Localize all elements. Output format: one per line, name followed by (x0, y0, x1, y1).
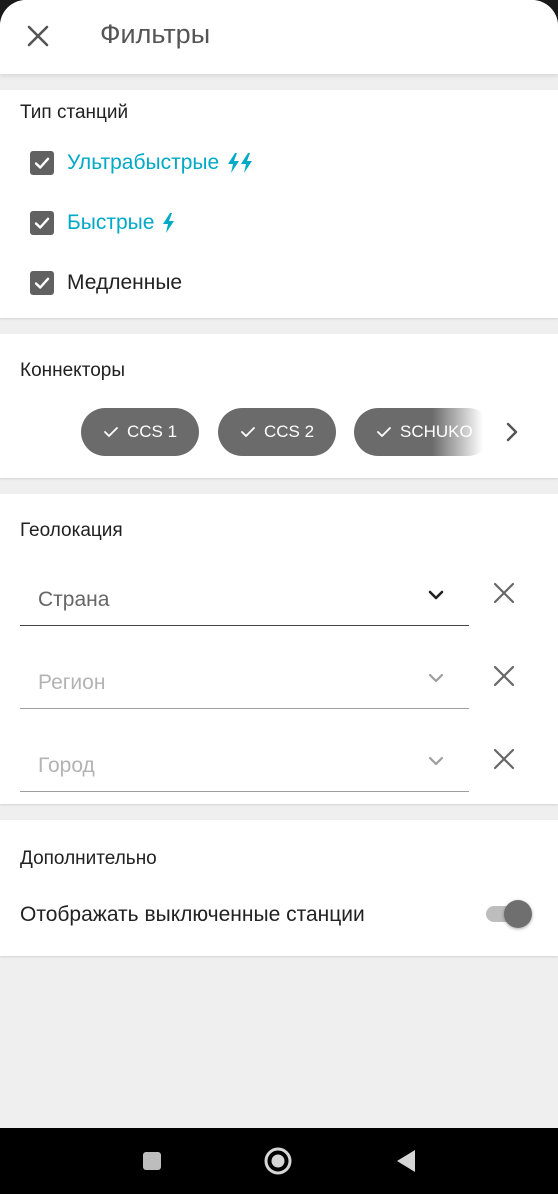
checkbox-label: Ультрабыстрые (67, 151, 220, 174)
chip-label: CCS 2 (263, 422, 315, 441)
system-nav-bar (0, 1128, 558, 1194)
toggle-thumb (504, 900, 532, 928)
field-underline (20, 624, 469, 626)
checkbox-checked-icon (30, 211, 54, 235)
select-placeholder: Регион (38, 671, 106, 694)
country-select[interactable]: Страна (20, 568, 469, 626)
checkbox-ultrafast[interactable]: Ультрабыстрые (30, 148, 254, 178)
check-icon (377, 427, 391, 437)
app-bar: Фильтры (0, 0, 558, 74)
clear-city-icon[interactable] (491, 746, 517, 772)
section-title: Тип станций (20, 102, 129, 123)
section-title: Геолокация (20, 520, 123, 541)
chevron-down-icon (427, 754, 445, 772)
checkbox-fast[interactable]: Быстрые (30, 208, 175, 238)
section-title: Дополнительно (20, 848, 157, 869)
check-icon (241, 427, 255, 437)
chevron-right-icon[interactable] (502, 420, 522, 449)
chip-label: CCS 1 (126, 422, 178, 441)
show-disabled-toggle[interactable] (486, 898, 534, 930)
chip-ccs2[interactable]: CCS 2 (218, 408, 336, 456)
recent-apps-icon[interactable] (142, 1151, 162, 1176)
chip-ccs1[interactable]: CCS 1 (81, 408, 199, 456)
app-screen: Фильтры Тип станций Ультрабыстрые Быстры… (0, 0, 558, 1128)
chips-fade-overlay (432, 404, 492, 460)
page-title: Фильтры (100, 19, 211, 49)
geolocation-section: Геолокация Страна Регион Город (0, 494, 558, 804)
checkbox-label: Быстрые (67, 211, 155, 234)
toggle-label: Отображать выключенные станции (20, 903, 365, 926)
close-icon[interactable] (24, 22, 52, 50)
section-title: Коннекторы (20, 360, 125, 381)
home-icon[interactable] (263, 1146, 293, 1181)
chevron-down-icon (427, 671, 445, 689)
select-placeholder: Страна (38, 588, 110, 611)
station-types-section: Тип станций Ультрабыстрые Быстрые Медлен… (0, 90, 558, 318)
check-icon (104, 427, 118, 437)
lightning-icon (161, 212, 175, 234)
checkbox-slow[interactable]: Медленные (30, 268, 182, 298)
checkbox-checked-icon (30, 151, 54, 175)
region-select[interactable]: Регион (20, 651, 469, 709)
clear-region-icon[interactable] (491, 663, 517, 689)
city-select[interactable]: Город (20, 734, 469, 792)
select-placeholder: Город (38, 754, 95, 777)
field-underline (20, 791, 469, 792)
checkbox-label: Медленные (67, 271, 183, 294)
back-icon[interactable] (395, 1148, 417, 1179)
clear-country-icon[interactable] (491, 580, 517, 606)
checkbox-checked-icon (30, 271, 54, 295)
double-lightning-icon (226, 152, 254, 174)
additional-section: Дополнительно Отображать выключенные ста… (0, 820, 558, 956)
field-underline (20, 708, 469, 709)
chevron-down-icon (427, 588, 445, 606)
